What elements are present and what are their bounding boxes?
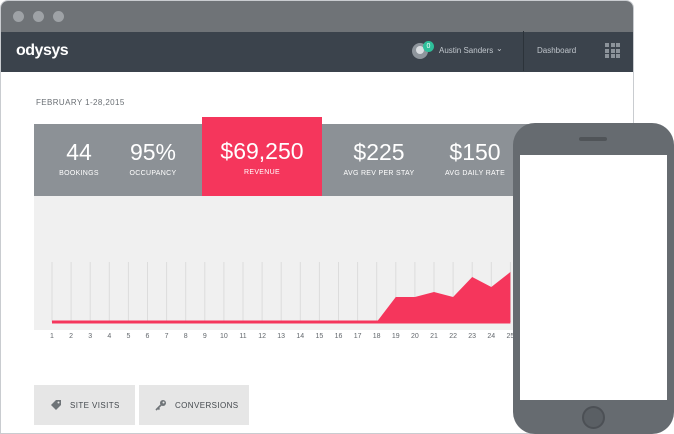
stat-value: $69,250 (220, 138, 304, 164)
notification-badge[interactable]: 0 (423, 41, 434, 52)
x-tick-label: 20 (410, 333, 419, 340)
x-tick-label: 5 (126, 333, 131, 340)
tag-icon (51, 400, 61, 410)
app-grid-icon[interactable] (605, 43, 620, 58)
stat-value: $225 (353, 139, 405, 165)
stat-value: 95% (129, 139, 177, 165)
stat-label: OCCUPANCY (129, 170, 177, 177)
maximize-window-button[interactable] (53, 11, 64, 22)
x-tick-label: 17 (353, 333, 362, 340)
window-titlebar (1, 1, 633, 32)
app-logo[interactable]: odysys (16, 42, 69, 60)
phone-home-button[interactable] (582, 406, 605, 429)
x-tick-label: 1 (50, 333, 54, 340)
tab-label: SITE VISITS (70, 400, 120, 410)
tab-conversions[interactable]: CONVERSIONS (139, 385, 249, 425)
x-tick-label: 13 (277, 333, 286, 340)
stat-label: REVENUE (244, 169, 280, 176)
stat-label: AVG REV PER STAY (343, 170, 415, 177)
close-window-button[interactable] (13, 11, 24, 22)
x-tick-label: 8 (183, 333, 188, 340)
x-tick-label: 6 (145, 333, 150, 340)
stat-value: $150 (449, 139, 501, 165)
date-range: FEBRUARY 1-28,2015 (36, 98, 125, 107)
tab-site-visits[interactable]: SITE VISITS (34, 385, 135, 425)
header-divider (523, 31, 524, 71)
x-tick-label: 14 (296, 333, 305, 340)
x-tick-label: 7 (164, 333, 169, 340)
x-tick-label: 16 (334, 333, 343, 340)
x-tick-label: 15 (315, 333, 324, 340)
minimize-window-button[interactable] (33, 11, 44, 22)
dashboard-link[interactable]: Dashboard (537, 46, 576, 55)
x-tick-label: 23 (468, 333, 477, 340)
x-tick-label: 3 (88, 333, 93, 340)
stat-occupancy[interactable]: 95% OCCUPANCY (103, 124, 203, 177)
x-tick-label: 24 (487, 333, 496, 340)
x-tick-label: 22 (449, 333, 457, 340)
x-tick-label: 10 (219, 333, 228, 340)
x-tick-label: 9 (202, 333, 207, 340)
chevron-down-icon[interactable]: ⌄ (496, 44, 503, 53)
x-tick-label: 21 (430, 333, 438, 340)
x-tick-label: 18 (372, 333, 381, 340)
x-tick-label: 19 (391, 333, 400, 340)
user-menu[interactable]: Austin Sanders (439, 46, 493, 55)
x-tick-label: 2 (69, 333, 74, 340)
tab-label: CONVERSIONS (175, 400, 239, 410)
x-tick-label: 12 (258, 333, 266, 340)
stat-label: AVG DAILY RATE (444, 170, 506, 177)
phone-screen (520, 155, 667, 400)
stat-avg-daily-rate[interactable]: $150 AVG DAILY RATE (425, 124, 525, 177)
stat-revenue[interactable]: $69,250 REVENUE (202, 117, 322, 197)
stat-avg-rev-per-stay[interactable]: $225 AVG REV PER STAY (329, 124, 429, 177)
phone-device (513, 123, 674, 434)
x-tick-label: 4 (107, 333, 112, 340)
x-tick-label: 11 (239, 333, 247, 340)
phone-speaker (579, 137, 607, 141)
key-icon (155, 400, 166, 411)
